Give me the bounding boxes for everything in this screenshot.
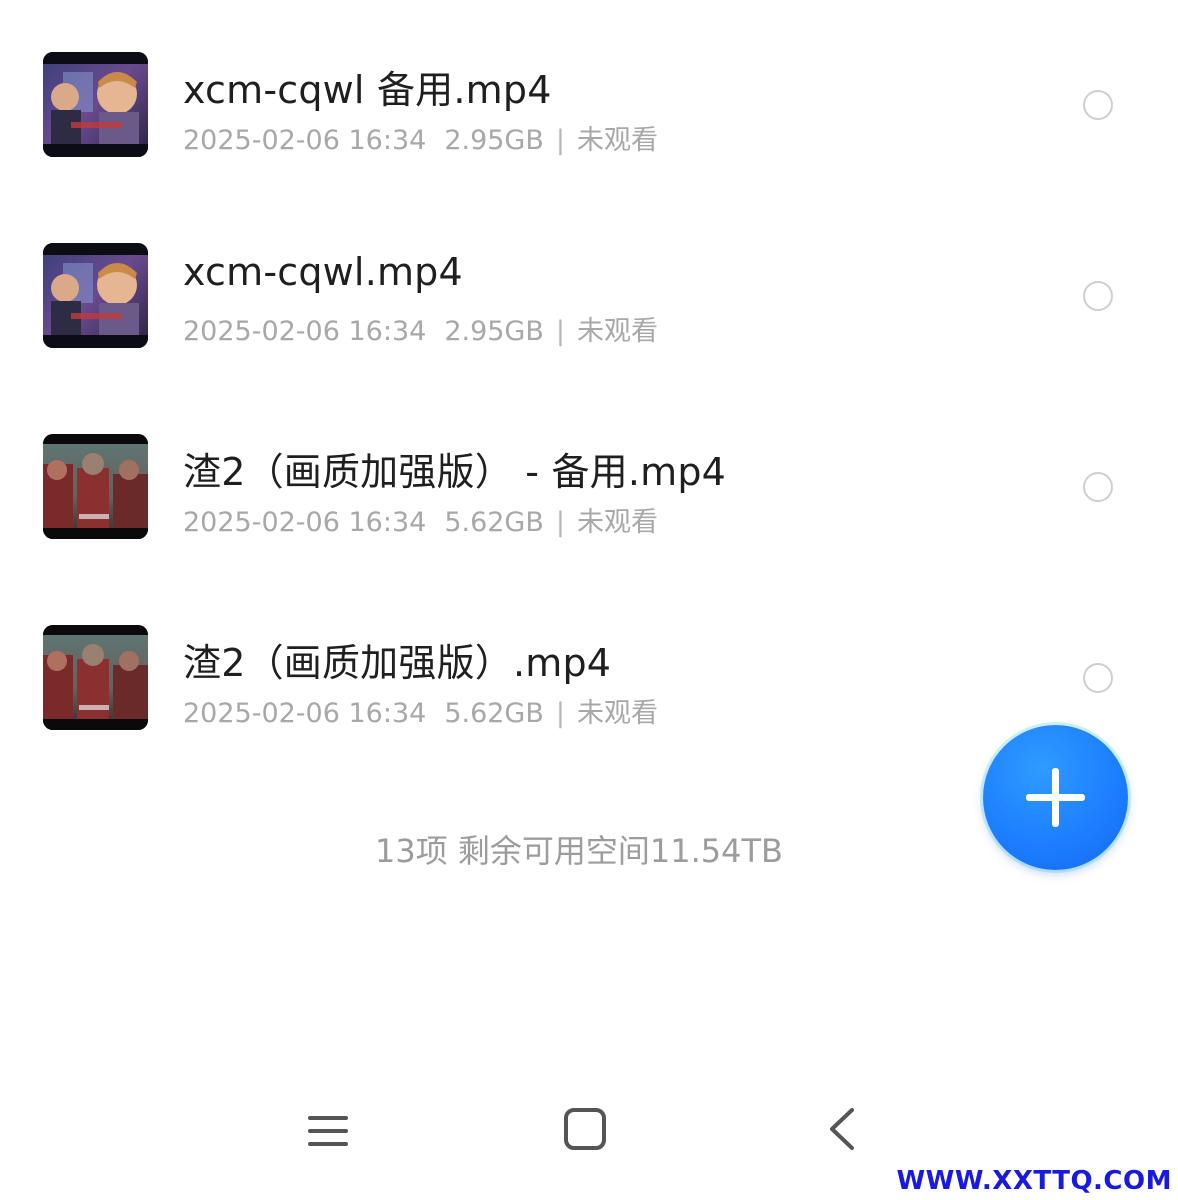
back-button[interactable] (812, 1100, 872, 1160)
watermark: WWW.XXTTQ.COM (896, 1166, 1172, 1196)
video-thumbnail (43, 434, 148, 539)
file-meta: 2025-02-06 16:34 2.95GB | 未观看 (183, 118, 658, 157)
select-radio[interactable] (1083, 472, 1113, 502)
select-radio[interactable] (1083, 90, 1113, 120)
meta-separator: | (555, 125, 565, 156)
add-button[interactable] (983, 725, 1128, 870)
file-datetime: 2025-02-06 16:34 (183, 316, 427, 347)
file-meta: 2025-02-06 16:34 2.95GB | 未观看 (183, 309, 658, 348)
system-navigation-bar (0, 1080, 1178, 1180)
select-radio[interactable] (1083, 281, 1113, 311)
video-thumbnail (43, 52, 148, 157)
watch-status: 未观看 (576, 698, 658, 729)
file-name: 渣2（画质加强版） - 备用.mp4 (183, 450, 727, 494)
watch-status: 未观看 (576, 316, 658, 347)
home-square-icon (564, 1108, 606, 1150)
plus-icon (1026, 768, 1085, 827)
watch-status: 未观看 (576, 507, 658, 538)
back-chevron-icon (830, 1108, 854, 1150)
file-meta: 2025-02-06 16:34 5.62GB | 未观看 (183, 691, 658, 730)
file-row[interactable]: xcm-cqwl 备用.mp4 2025-02-06 16:34 2.95GB | 未… (0, 8, 1178, 199)
watch-status: 未观看 (576, 125, 658, 156)
menu-button[interactable] (298, 1100, 358, 1160)
file-size: 2.95GB (444, 125, 544, 156)
meta-separator: | (555, 698, 565, 729)
file-size: 2.95GB (444, 316, 544, 347)
file-name: xcm-cqwl 备用.mp4 (183, 68, 552, 112)
file-row[interactable]: 渣2（画质加强版） - 备用.mp4 2025-02-06 16:34 5.62G… (0, 390, 1178, 581)
home-button[interactable] (555, 1100, 615, 1160)
file-name: xcm-cqwl.mp4 (183, 250, 463, 294)
file-row[interactable]: xcm-cqwl.mp4 2025-02-06 16:34 2.95GB | 未观看 (0, 199, 1178, 390)
video-thumbnail (43, 625, 148, 730)
video-thumbnail (43, 243, 148, 348)
meta-separator: | (555, 316, 565, 347)
select-radio[interactable] (1083, 663, 1113, 693)
menu-icon (308, 1116, 348, 1146)
file-datetime: 2025-02-06 16:34 (183, 507, 427, 538)
file-name: 渣2（画质加强版）.mp4 (183, 641, 612, 685)
file-size: 5.62GB (444, 698, 544, 729)
file-datetime: 2025-02-06 16:34 (183, 698, 427, 729)
file-meta: 2025-02-06 16:34 5.62GB | 未观看 (183, 500, 658, 539)
file-size: 5.62GB (444, 507, 544, 538)
meta-separator: | (555, 507, 565, 538)
file-datetime: 2025-02-06 16:34 (183, 125, 427, 156)
